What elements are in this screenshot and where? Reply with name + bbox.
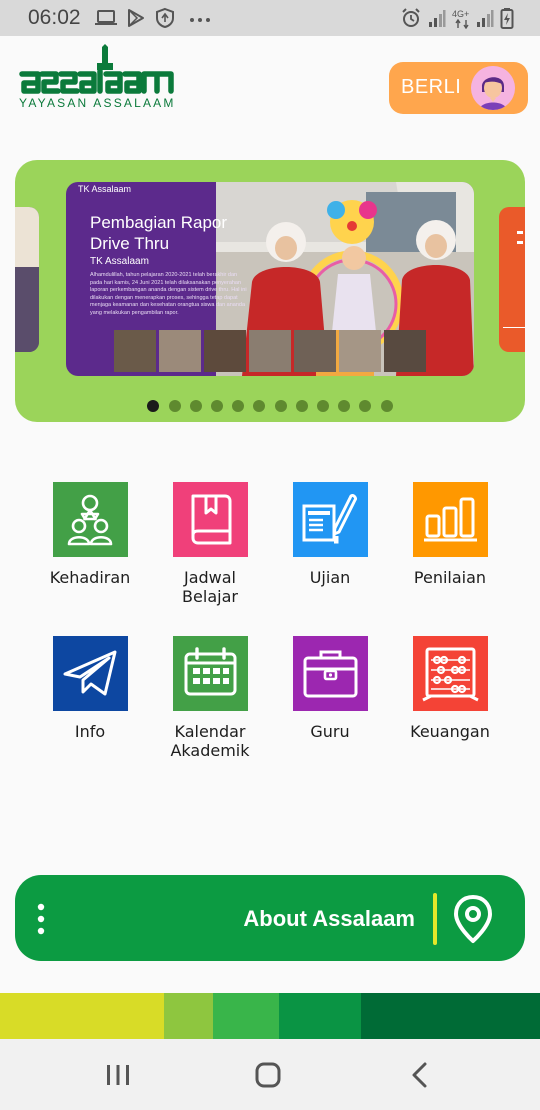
language-label: BERLI bbox=[401, 76, 462, 98]
network-type: 4G+ bbox=[452, 9, 470, 19]
slide-thumbnail bbox=[249, 330, 291, 372]
menu-label: Penilaian bbox=[413, 568, 487, 587]
carousel-dot[interactable] bbox=[295, 400, 308, 412]
carousel-dot[interactable] bbox=[232, 400, 245, 412]
slide-thumbnail-strip bbox=[114, 330, 426, 372]
user-avatar-icon[interactable] bbox=[471, 66, 515, 110]
slide-thumbnail bbox=[339, 330, 381, 372]
carousel-dot[interactable] bbox=[380, 400, 393, 412]
carousel-dot[interactable] bbox=[253, 400, 266, 412]
previous-slide-preview[interactable] bbox=[15, 207, 39, 352]
carousel-pagination[interactable] bbox=[15, 400, 525, 412]
language-button[interactable]: BERLI bbox=[389, 62, 528, 114]
signal-icon bbox=[429, 10, 446, 27]
carousel-dot[interactable] bbox=[274, 400, 287, 412]
home-icon[interactable] bbox=[248, 1057, 288, 1093]
carousel-slide[interactable]: TK Assalaam Pembagian Rapor Drive Thru T… bbox=[66, 182, 474, 376]
menu-item-info[interactable]: Info bbox=[30, 636, 150, 776]
carousel-dot[interactable] bbox=[168, 400, 181, 412]
slide-title: Pembagian Rapor Drive Thru bbox=[90, 213, 228, 253]
assalaam-logo-mark bbox=[19, 44, 174, 94]
laptop-icon bbox=[95, 10, 117, 25]
carousel-dot[interactable] bbox=[189, 400, 202, 412]
data-arrows-icon bbox=[455, 19, 469, 29]
assalaam-logo: YAYASAN ASSALAAM bbox=[16, 44, 176, 114]
recent-apps-icon[interactable] bbox=[98, 1057, 138, 1093]
slide-thumbnail bbox=[204, 330, 246, 372]
more-dots-icon bbox=[190, 18, 210, 22]
next-slide-preview[interactable] bbox=[499, 207, 525, 352]
signal-icon bbox=[477, 10, 494, 27]
menu-label: Guru bbox=[310, 722, 350, 741]
carousel-dot[interactable] bbox=[147, 400, 160, 412]
footer-stripe bbox=[279, 993, 361, 1039]
briefcase-icon[interactable] bbox=[293, 636, 368, 711]
slide-subtitle: TK Assalaam bbox=[90, 256, 149, 267]
footer-color-stripes bbox=[0, 993, 540, 1039]
bar-chart-icon[interactable] bbox=[413, 482, 488, 557]
menu-item-kehadiran[interactable]: Kehadiran bbox=[30, 482, 150, 622]
carousel-dot[interactable] bbox=[338, 400, 351, 412]
kebab-menu-icon[interactable] bbox=[33, 903, 49, 935]
shield-icon bbox=[156, 7, 174, 29]
carousel-dot[interactable] bbox=[316, 400, 329, 412]
play-store-icon bbox=[128, 9, 144, 27]
menu-item-keuangan[interactable]: Keuangan bbox=[390, 636, 510, 776]
about-divider bbox=[433, 893, 437, 945]
status-time: 06:02 bbox=[28, 6, 81, 29]
menu-label: Jadwal Belajar bbox=[182, 568, 238, 606]
footer-stripe bbox=[213, 993, 279, 1039]
carousel-dot[interactable] bbox=[359, 400, 372, 412]
status-bar: 06:02 4G+ bbox=[0, 0, 540, 36]
system-navigation-bar bbox=[0, 1039, 540, 1110]
menu-item-kalendar-akademik[interactable]: Kalendar Akademik bbox=[150, 636, 270, 776]
carousel-dot[interactable] bbox=[211, 400, 224, 412]
avatar-illustration bbox=[471, 66, 515, 110]
menu-label: Keuangan bbox=[410, 722, 490, 741]
location-pin-icon[interactable] bbox=[451, 894, 495, 944]
book-icon[interactable] bbox=[173, 482, 248, 557]
news-carousel[interactable]: TK Assalaam Pembagian Rapor Drive Thru T… bbox=[15, 160, 525, 422]
alarm-icon bbox=[402, 8, 420, 27]
abacus-icon[interactable] bbox=[413, 636, 488, 711]
footer-stripe bbox=[361, 993, 540, 1039]
about-assalaam-bar[interactable]: About Assalaam bbox=[15, 875, 525, 961]
exam-icon[interactable] bbox=[293, 482, 368, 557]
calendar-icon[interactable] bbox=[173, 636, 248, 711]
footer-stripe bbox=[164, 993, 213, 1039]
menu-item-ujian[interactable]: Ujian bbox=[270, 482, 390, 622]
slide-thumbnail bbox=[384, 330, 426, 372]
paper-plane-icon[interactable] bbox=[53, 636, 128, 711]
slide-thumbnail bbox=[114, 330, 156, 372]
about-label[interactable]: About Assalaam bbox=[215, 906, 415, 932]
menu-label: Kalendar Akademik bbox=[170, 722, 250, 760]
menu-item-penilaian[interactable]: Penilaian bbox=[390, 482, 510, 622]
menu-label: Info bbox=[74, 722, 106, 741]
battery-icon bbox=[500, 8, 514, 29]
footer-stripe bbox=[0, 993, 164, 1039]
back-icon[interactable] bbox=[400, 1057, 440, 1093]
slide-thumbnail bbox=[159, 330, 201, 372]
slide-tag: TK Assalaam bbox=[78, 184, 132, 194]
slide-thumbnail bbox=[294, 330, 336, 372]
slide-body: Alhamdulillah, tahun pelajaran 2020-2021… bbox=[90, 272, 247, 316]
attendance-icon[interactable] bbox=[53, 482, 128, 557]
menu-label: Ujian bbox=[309, 568, 351, 587]
menu-label: Kehadiran bbox=[49, 568, 131, 587]
logo-tagline: YAYASAN ASSALAAM bbox=[19, 96, 176, 110]
menu-item-guru[interactable]: Guru bbox=[270, 636, 390, 776]
menu-item-jadwal-belajar[interactable]: Jadwal Belajar bbox=[150, 482, 270, 622]
